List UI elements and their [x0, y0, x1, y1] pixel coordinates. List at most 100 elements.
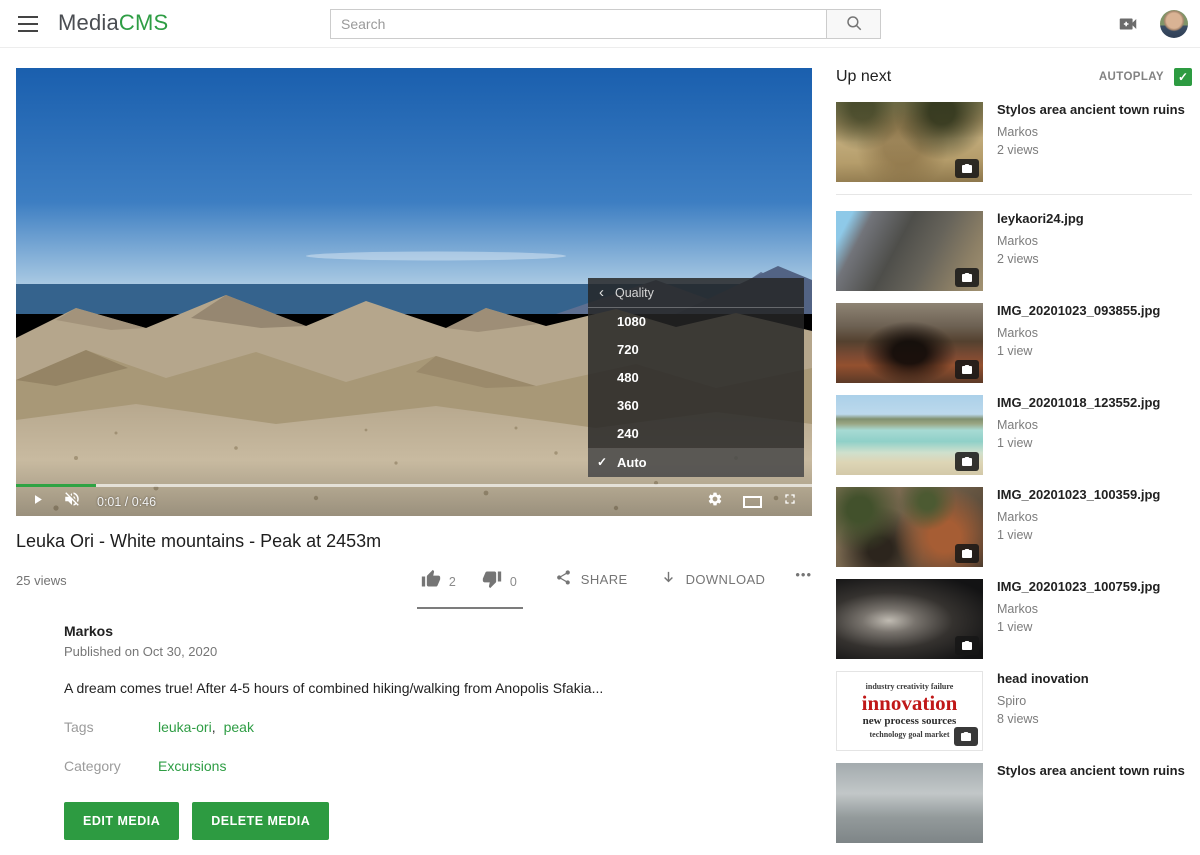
item-title[interactable]: Stylos area ancient town ruins [997, 763, 1185, 780]
thumbnail[interactable] [836, 487, 983, 567]
quality-option-auto[interactable]: ✓ Auto [588, 448, 804, 477]
quality-menu-title: Quality [615, 286, 654, 300]
share-button[interactable]: SHARE [555, 565, 628, 589]
tag-leuka-ori[interactable]: leuka-ori [158, 719, 212, 735]
item-title[interactable]: IMG_20201023_093855.jpg [997, 303, 1160, 320]
edit-media-button[interactable]: EDIT MEDIA [64, 802, 179, 840]
search-icon [845, 14, 863, 35]
user-avatar[interactable] [1160, 10, 1188, 38]
item-title[interactable]: IMG_20201023_100759.jpg [997, 579, 1160, 596]
item-views: 2 views [997, 143, 1185, 157]
download-button[interactable]: DOWNLOAD [660, 565, 766, 589]
author-name[interactable]: Markos [64, 623, 217, 639]
logo-text-cms: CMS [119, 10, 169, 35]
thumbnail[interactable] [836, 303, 983, 383]
quality-option-1080[interactable]: 1080 [588, 308, 804, 336]
theater-mode-icon[interactable] [743, 496, 762, 508]
item-views: 1 view [997, 436, 1160, 450]
item-views: 1 view [997, 620, 1160, 634]
list-item[interactable]: Stylos area ancient town ruins [836, 763, 1192, 843]
watch-column: 0:01 / 0:46 ‹ Quality 1080 720 480 [16, 68, 812, 840]
player-controls: 0:01 / 0:46 [16, 487, 812, 516]
quality-option-720[interactable]: 720 [588, 336, 804, 364]
delete-media-button[interactable]: DELETE MEDIA [192, 802, 329, 840]
search-input[interactable] [330, 9, 826, 39]
more-options-icon[interactable]: ••• [795, 565, 812, 582]
list-item[interactable]: Stylos area ancient town ruins Markos 2 … [836, 102, 1192, 182]
item-author: Markos [997, 602, 1160, 616]
logo-text-media: Media [58, 10, 119, 35]
page-title: Leuka Ori - White mountains - Peak at 24… [16, 531, 812, 552]
dislike-button[interactable]: 0 [482, 569, 517, 594]
tag-separator: , [212, 719, 216, 735]
tags-row: Tags leuka-ori,peak [64, 719, 812, 735]
list-item[interactable]: IMG_20201023_093855.jpg Markos 1 view [836, 303, 1192, 383]
list-item[interactable]: IMG_20201023_100359.jpg Markos 1 view [836, 487, 1192, 567]
item-title[interactable]: IMG_20201018_123552.jpg [997, 395, 1160, 412]
video-player[interactable]: 0:01 / 0:46 ‹ Quality 1080 720 480 [16, 68, 812, 516]
media-type-badge [955, 452, 979, 471]
thumb-word-line: new process sources [863, 714, 957, 730]
thumbnail[interactable] [836, 395, 983, 475]
tag-peak[interactable]: peak [224, 719, 254, 735]
dislike-count: 0 [510, 575, 517, 589]
search-button[interactable] [826, 9, 881, 39]
item-author: Markos [997, 125, 1185, 139]
item-title[interactable]: IMG_20201023_100359.jpg [997, 487, 1160, 504]
view-count: 25 views [16, 573, 67, 588]
thumbnail[interactable] [836, 211, 983, 291]
like-button[interactable]: 2 [421, 569, 456, 594]
item-author: Spiro [997, 694, 1089, 708]
rating-group: 2 0 [417, 565, 523, 609]
video-upload-icon [1116, 22, 1140, 39]
upload-media-button[interactable] [1116, 13, 1140, 35]
list-item[interactable]: IMG_20201018_123552.jpg Markos 1 view [836, 395, 1192, 475]
fullscreen-button[interactable] [782, 491, 798, 512]
item-title[interactable]: leykaori24.jpg [997, 211, 1084, 228]
list-item[interactable]: industry creativity failure innovation n… [836, 671, 1192, 751]
item-author: Markos [997, 326, 1160, 340]
item-author: Markos [997, 234, 1084, 248]
item-title[interactable]: head inovation [997, 671, 1089, 688]
search-bar [330, 9, 881, 39]
item-title[interactable]: Stylos area ancient town ruins [997, 102, 1185, 119]
autoplay-checkbox[interactable]: ✓ [1174, 68, 1192, 86]
media-actions: 2 0 SHARE DOWNLOAD [417, 565, 812, 609]
thumbnail[interactable] [836, 102, 983, 182]
thumbnail[interactable]: industry creativity failure innovation n… [836, 671, 983, 751]
volume-muted-icon [63, 490, 81, 513]
logo[interactable]: MediaCMS [58, 10, 168, 36]
thumbnail[interactable] [836, 763, 983, 843]
item-views: 1 view [997, 344, 1160, 358]
category-row: Category Excursions [64, 758, 812, 774]
settings-button[interactable] [707, 491, 723, 512]
quality-option-360[interactable]: 360 [588, 392, 804, 420]
autoplay-label: AUTOPLAY [1099, 71, 1164, 83]
menu-icon[interactable] [18, 16, 38, 32]
up-next-sidebar: Up next AUTOPLAY ✓ Stylos area ancient t… [836, 68, 1192, 855]
list-item[interactable]: IMG_20201023_100759.jpg Markos 1 view [836, 579, 1192, 659]
thumbs-up-icon [421, 569, 441, 594]
quality-option-480[interactable]: 480 [588, 364, 804, 392]
volume-button[interactable] [63, 490, 81, 513]
list-item[interactable]: leykaori24.jpg Markos 2 views [836, 211, 1192, 291]
thumbs-down-icon [482, 569, 502, 594]
play-icon [30, 492, 45, 512]
thumbnail[interactable] [836, 579, 983, 659]
author-avatar[interactable] [16, 623, 54, 661]
published-date: Published on Oct 30, 2020 [64, 644, 217, 659]
check-icon: ✓ [1178, 70, 1188, 84]
category-link[interactable]: Excursions [158, 758, 226, 774]
quality-option-240[interactable]: 240 [588, 420, 804, 448]
item-author: Markos [997, 418, 1160, 432]
thumb-word-main: innovation [862, 693, 958, 714]
quality-menu-back[interactable]: ‹ Quality [588, 278, 804, 308]
camera-icon [961, 456, 973, 468]
item-views: 2 views [997, 252, 1084, 266]
category-label: Category [64, 758, 158, 774]
play-button[interactable] [30, 492, 45, 512]
media-description: A dream comes true! After 4-5 hours of c… [64, 680, 812, 696]
thumb-word-line: technology goal market [870, 729, 950, 741]
chevron-left-icon: ‹ [599, 284, 604, 301]
fullscreen-icon [782, 491, 798, 512]
